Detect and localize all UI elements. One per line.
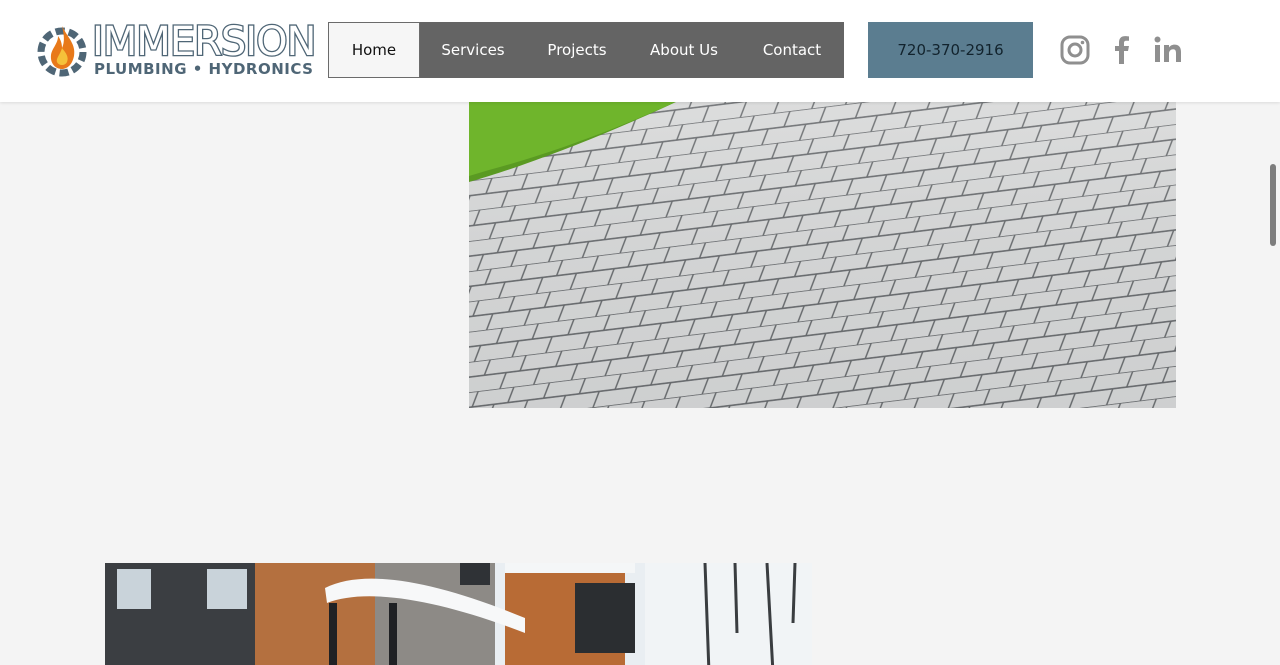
nav-item-projects[interactable]: Projects [526, 22, 628, 78]
nav-item-home[interactable]: Home [328, 22, 420, 78]
paver-driveway-photo [469, 90, 1176, 408]
page: IMMERSION PLUMBING • HYDRONICS Home Serv… [0, 0, 1280, 665]
main-nav: Home Services Projects About Us Contact [328, 22, 844, 78]
nav-item-services[interactable]: Services [420, 22, 526, 78]
site-header: IMMERSION PLUMBING • HYDRONICS Home Serv… [0, 0, 1280, 102]
nav-item-about-us[interactable]: About Us [628, 22, 740, 78]
logo-tagline: PLUMBING • HYDRONICS [94, 60, 314, 78]
scrollbar-thumb[interactable] [1270, 164, 1276, 246]
modern-house-snow-photo [105, 563, 812, 665]
logo-flame-icon [37, 26, 87, 77]
linkedin-icon[interactable] [1152, 34, 1184, 66]
facebook-icon[interactable] [1106, 34, 1138, 66]
instagram-icon[interactable] [1059, 34, 1091, 66]
page-scrollbar[interactable] [1266, 102, 1280, 665]
nav-item-contact[interactable]: Contact [740, 22, 844, 78]
phone-button[interactable]: 720-370-2916 [868, 22, 1033, 78]
site-logo[interactable]: IMMERSION PLUMBING • HYDRONICS [34, 20, 318, 80]
logo-wordmark: IMMERSION [91, 19, 318, 65]
